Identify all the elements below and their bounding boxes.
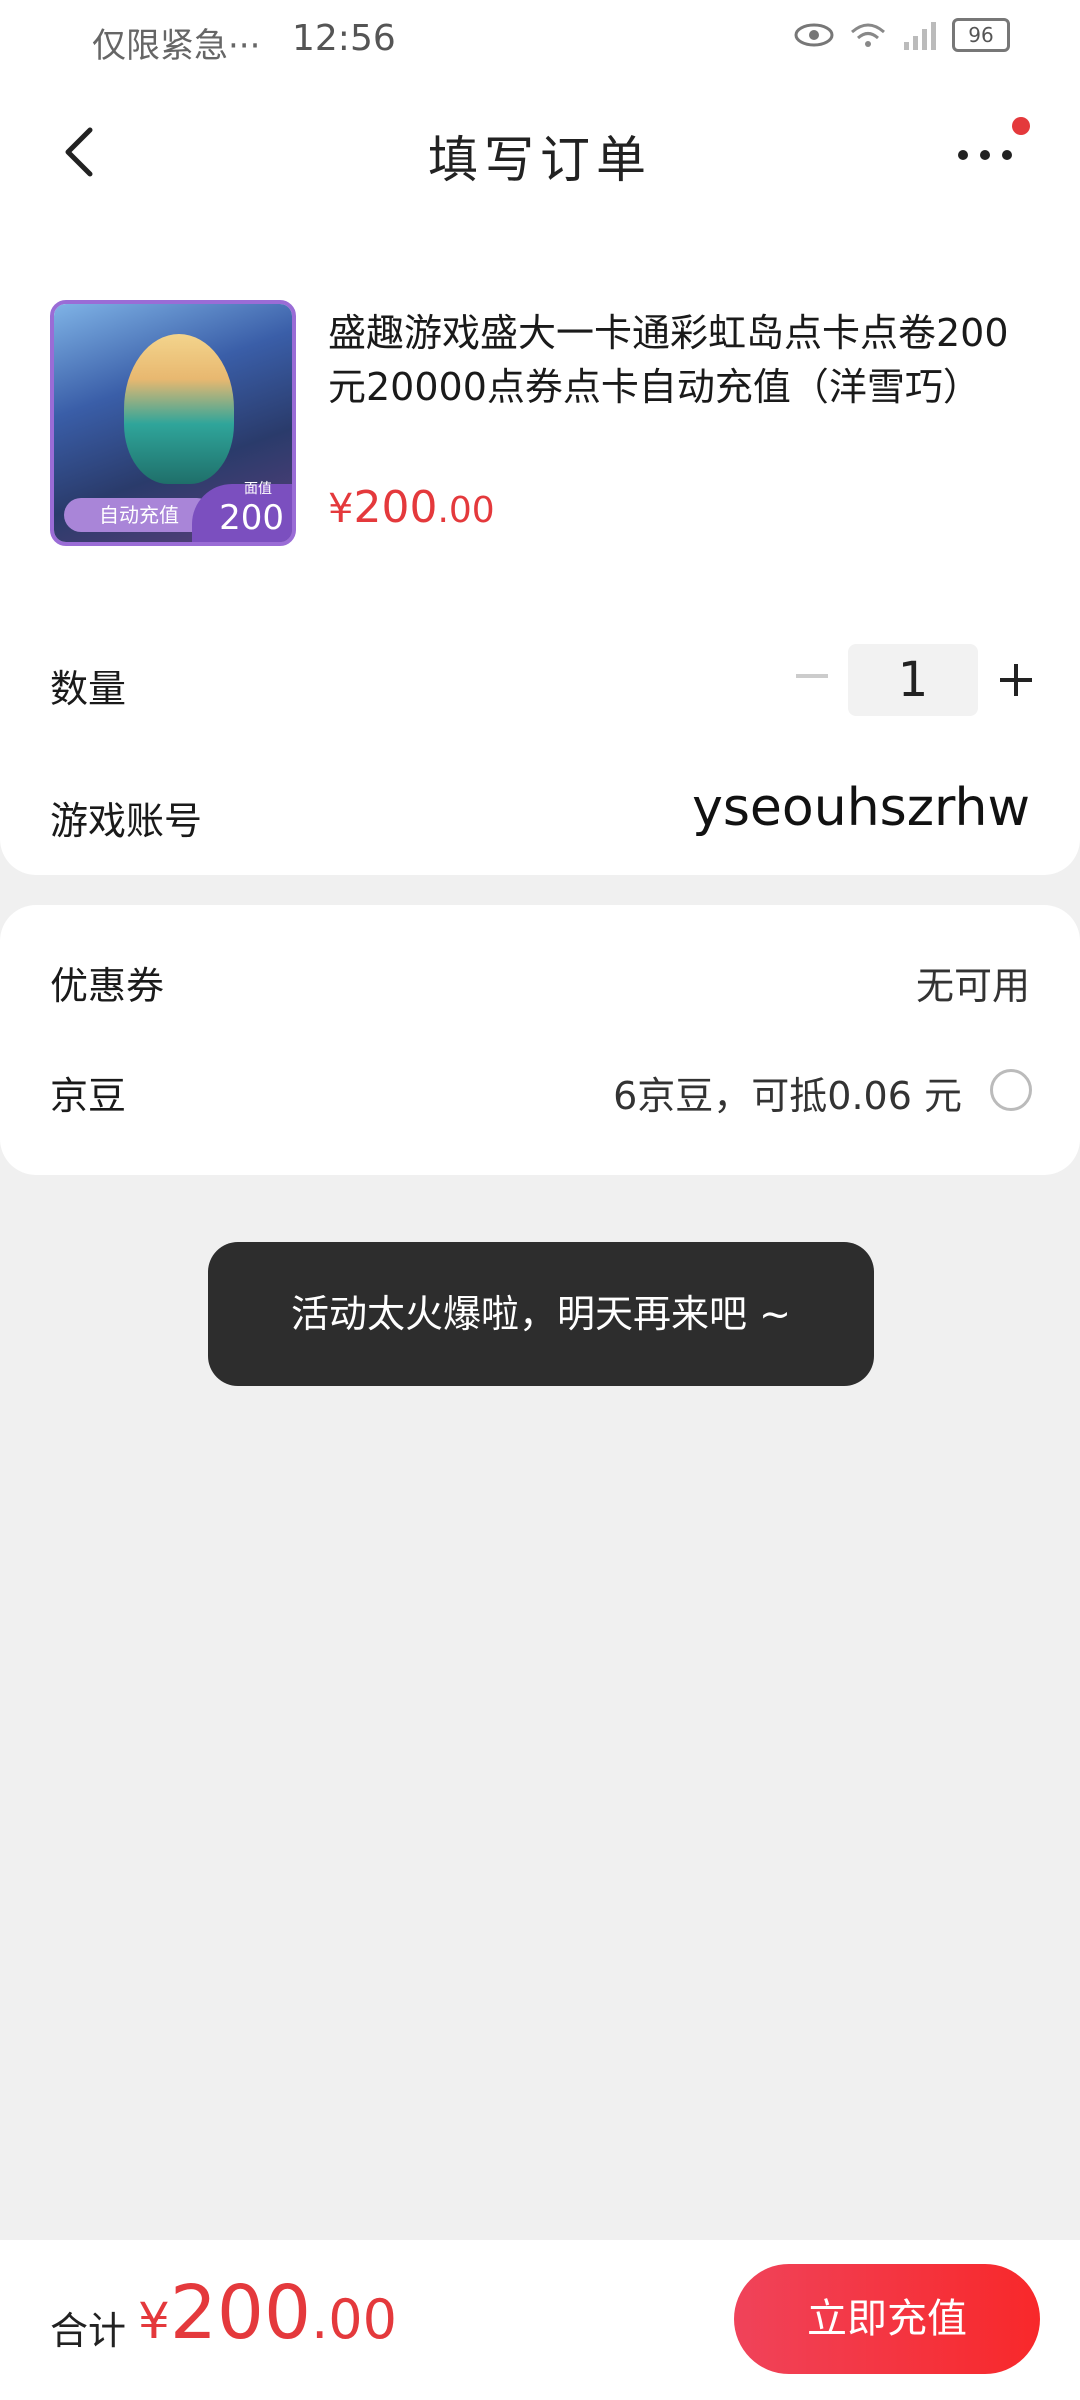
order-card: 自动充值 200 面值 盛趣游戏盛大一卡通彩虹岛点卡点卷200元20000点券点… bbox=[0, 230, 1080, 875]
product-thumbnail[interactable]: 自动充值 200 面值 bbox=[50, 300, 296, 546]
recharge-now-button[interactable]: 立即充值 bbox=[734, 2264, 1040, 2374]
price-integer: 200 bbox=[353, 482, 438, 533]
header: 填写订单 bbox=[0, 80, 1080, 230]
total-label: 合计 bbox=[50, 2309, 127, 2353]
game-account-label: 游戏账号 bbox=[50, 799, 203, 843]
jingdou-radio[interactable] bbox=[990, 1069, 1032, 1111]
price-decimal: .00 bbox=[437, 490, 495, 531]
bottom-bar: 合计 ¥200.00 立即充值 bbox=[0, 2240, 1080, 2400]
quantity-label: 数量 bbox=[50, 667, 127, 711]
thumbnail-value-label: 面值 bbox=[244, 481, 272, 497]
coupon-value[interactable]: 无可用 bbox=[916, 955, 1030, 1010]
total-price: ¥200.00 bbox=[138, 2270, 397, 2356]
status-icons: 96 bbox=[794, 18, 1010, 52]
product-name: 盛趣游戏盛大一卡通彩虹岛点卡点卷200元20000点券点卡自动充值（洋雪巧） bbox=[328, 311, 1009, 409]
jingdou-label: 京豆 bbox=[50, 1074, 127, 1118]
total-decimal: .00 bbox=[311, 2288, 397, 2351]
product-price: ¥200.00 bbox=[328, 482, 495, 533]
status-time: 12:56 bbox=[292, 18, 396, 59]
toast-message: 活动太火爆啦，明天再来吧 ~ bbox=[208, 1242, 874, 1386]
page-title: 填写订单 bbox=[428, 131, 652, 189]
total-currency: ¥ bbox=[138, 2292, 170, 2350]
more-options-icon[interactable] bbox=[955, 140, 1015, 170]
discount-card: 优惠券 无可用 京豆 6京豆，可抵0.06 元 bbox=[0, 905, 1080, 1175]
notification-dot bbox=[1012, 117, 1030, 135]
battery-icon: 96 bbox=[952, 18, 1010, 52]
plus-icon[interactable] bbox=[1000, 664, 1032, 696]
game-character-image bbox=[124, 334, 234, 484]
signal-icon bbox=[904, 22, 936, 50]
total-integer: 200 bbox=[169, 2270, 312, 2356]
eye-icon bbox=[794, 23, 834, 47]
coupon-label: 优惠券 bbox=[50, 964, 165, 1008]
wifi-icon bbox=[851, 23, 885, 47]
status-emergency-text: 仅限紧急··· bbox=[92, 26, 261, 66]
price-currency: ¥ bbox=[328, 486, 354, 532]
minus-icon[interactable] bbox=[796, 674, 828, 678]
thumbnail-value: 200 bbox=[192, 484, 292, 542]
jingdou-value: 6京豆，可抵0.06 元 bbox=[613, 1074, 962, 1118]
status-bar: 仅限紧急··· 12:56 96 bbox=[0, 0, 1080, 80]
quantity-input[interactable]: 1 bbox=[848, 644, 978, 716]
game-account-value[interactable]: yseouhszrhw bbox=[692, 778, 1030, 838]
